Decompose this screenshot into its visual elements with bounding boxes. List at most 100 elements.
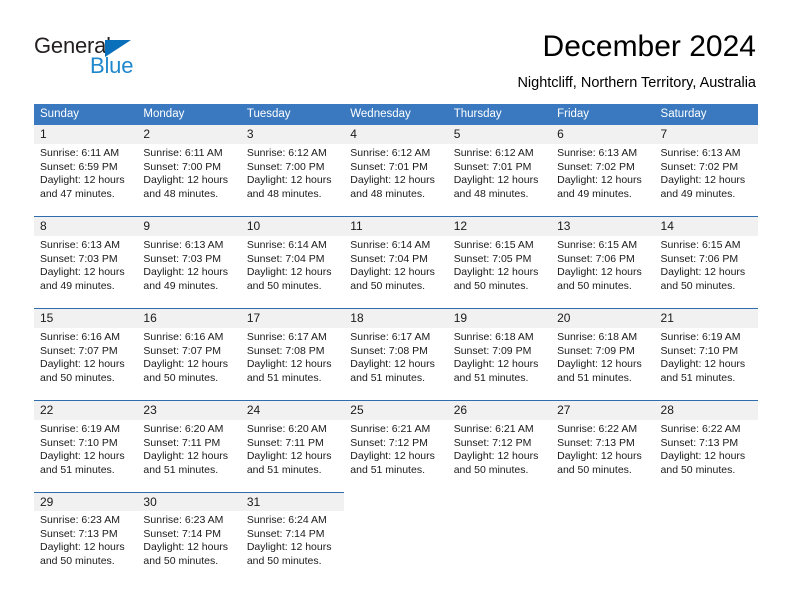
day-cell[interactable]: Sunrise: 6:15 AM Sunset: 7:05 PM Dayligh… [447, 236, 552, 308]
day-number[interactable]: 4 [344, 125, 448, 144]
day-cell[interactable]: Sunrise: 6:21 AM Sunset: 7:12 PM Dayligh… [447, 420, 552, 492]
day-number[interactable]: 16 [137, 309, 241, 328]
daylight-text-line1: Daylight: 12 hours [557, 266, 642, 278]
sunrise-text: Sunrise: 6:14 AM [350, 239, 431, 251]
weekday-header-tuesday: Tuesday [246, 108, 291, 120]
daylight-text-line2: and 48 minutes. [143, 187, 219, 200]
day-cell[interactable]: Sunrise: 6:13 AM Sunset: 7:03 PM Dayligh… [137, 236, 241, 308]
day-number[interactable]: 7 [654, 125, 758, 144]
day-cell[interactable]: Sunrise: 6:15 AM Sunset: 7:06 PM Dayligh… [551, 236, 655, 308]
day-cell[interactable]: Sunrise: 6:18 AM Sunset: 7:09 PM Dayligh… [551, 328, 655, 400]
day-number[interactable]: 19 [447, 309, 552, 328]
daylight-text-line2: and 51 minutes. [660, 371, 736, 384]
day-number[interactable]: 25 [344, 401, 448, 420]
daylight-text-line1: Daylight: 12 hours [660, 174, 746, 186]
day-cell[interactable]: Sunrise: 6:20 AM Sunset: 7:11 PM Dayligh… [240, 420, 345, 492]
day-cell[interactable]: Sunrise: 6:16 AM Sunset: 7:07 PM Dayligh… [34, 328, 138, 400]
day-number[interactable]: 15 [34, 309, 138, 328]
day-number[interactable]: 2 [137, 125, 241, 144]
day-cell[interactable]: Sunrise: 6:23 AM Sunset: 7:14 PM Dayligh… [137, 511, 241, 583]
weekday-header-sunday: Sunday [40, 108, 80, 120]
sunrise-text: Sunrise: 6:21 AM [453, 423, 534, 435]
day-number[interactable]: 27 [551, 401, 655, 420]
day-cell[interactable]: Sunrise: 6:14 AM Sunset: 7:04 PM Dayligh… [344, 236, 448, 308]
day-number[interactable]: 13 [551, 217, 655, 236]
daylight-text-line2: and 48 minutes. [246, 187, 322, 200]
day-cell[interactable]: Sunrise: 6:11 AM Sunset: 7:00 PM Dayligh… [137, 144, 241, 216]
day-number[interactable]: 23 [137, 401, 241, 420]
day-number[interactable]: 17 [240, 309, 345, 328]
day-cell[interactable]: Sunrise: 6:24 AM Sunset: 7:14 PM Dayligh… [240, 511, 345, 583]
day-cell[interactable]: Sunrise: 6:19 AM Sunset: 7:10 PM Dayligh… [654, 328, 758, 400]
day-number[interactable]: 31 [240, 492, 345, 511]
sunrise-text: Sunrise: 6:15 AM [557, 239, 638, 251]
day-number[interactable]: 3 [240, 125, 345, 144]
day-cell[interactable]: Sunrise: 6:17 AM Sunset: 7:08 PM Dayligh… [240, 328, 345, 400]
sunset-text: Sunset: 7:04 PM [350, 252, 428, 265]
day-cell[interactable]: Sunrise: 6:13 AM Sunset: 7:02 PM Dayligh… [654, 144, 758, 216]
sunset-text: Sunset: 7:01 PM [350, 160, 428, 173]
daylight-text-line2: and 49 minutes. [40, 279, 115, 292]
day-number[interactable]: 10 [240, 217, 345, 236]
day-cell[interactable]: Sunrise: 6:22 AM Sunset: 7:13 PM Dayligh… [551, 420, 655, 492]
day-cell[interactable]: Sunrise: 6:19 AM Sunset: 7:10 PM Dayligh… [34, 420, 138, 492]
week-day-number-band: 29 30 31 [34, 492, 758, 511]
day-number[interactable]: 6 [551, 125, 655, 144]
daylight-text-line2: and 51 minutes. [350, 463, 425, 476]
daylight-text-line1: Daylight: 12 hours [557, 450, 642, 462]
daylight-text-line1: Daylight: 12 hours [350, 174, 435, 186]
day-cell[interactable]: Sunrise: 6:15 AM Sunset: 7:06 PM Dayligh… [654, 236, 758, 308]
day-number[interactable]: 12 [447, 217, 552, 236]
daylight-text-line1: Daylight: 12 hours [246, 266, 332, 278]
daylight-text-line1: Daylight: 12 hours [143, 541, 229, 553]
daylight-text-line1: Daylight: 12 hours [660, 358, 746, 370]
day-cell[interactable]: Sunrise: 6:21 AM Sunset: 7:12 PM Dayligh… [344, 420, 448, 492]
day-cell[interactable]: Sunrise: 6:12 AM Sunset: 7:01 PM Dayligh… [344, 144, 448, 216]
day-number[interactable]: 30 [137, 492, 241, 511]
sunrise-text: Sunrise: 6:11 AM [40, 147, 120, 159]
general-blue-logo[interactable]: General Blue [34, 33, 224, 85]
day-number[interactable]: 18 [344, 309, 448, 328]
daylight-text-line1: Daylight: 12 hours [143, 358, 229, 370]
day-cell[interactable]: Sunrise: 6:17 AM Sunset: 7:08 PM Dayligh… [344, 328, 448, 400]
day-number[interactable]: 24 [240, 401, 345, 420]
day-number[interactable]: 26 [447, 401, 552, 420]
daylight-text-line1: Daylight: 12 hours [40, 450, 125, 462]
day-cell[interactable]: Sunrise: 6:22 AM Sunset: 7:13 PM Dayligh… [654, 420, 758, 492]
week-detail-band: Sunrise: 6:13 AM Sunset: 7:03 PM Dayligh… [34, 236, 758, 308]
week-day-number-band: 1 2 3 4 5 6 7 [34, 125, 758, 144]
daylight-text-line1: Daylight: 12 hours [350, 266, 435, 278]
day-number[interactable]: 28 [654, 401, 758, 420]
day-number[interactable]: 11 [344, 217, 448, 236]
day-cell[interactable]: Sunrise: 6:20 AM Sunset: 7:11 PM Dayligh… [137, 420, 241, 492]
day-number[interactable]: 8 [34, 217, 138, 236]
daylight-text-line1: Daylight: 12 hours [557, 358, 642, 370]
day-number[interactable]: 9 [137, 217, 241, 236]
day-number[interactable]: 14 [654, 217, 758, 236]
day-number[interactable]: 1 [34, 125, 138, 144]
day-number-empty [344, 492, 447, 511]
day-cell[interactable]: Sunrise: 6:11 AM Sunset: 6:59 PM Dayligh… [34, 144, 138, 216]
daylight-text-line2: and 50 minutes. [143, 554, 219, 567]
day-cell[interactable]: Sunrise: 6:14 AM Sunset: 7:04 PM Dayligh… [240, 236, 345, 308]
daylight-text-line2: and 51 minutes. [453, 371, 529, 384]
sunset-text: Sunset: 7:00 PM [246, 160, 325, 173]
daylight-text-line2: and 50 minutes. [246, 554, 322, 567]
day-cell[interactable]: Sunrise: 6:23 AM Sunset: 7:13 PM Dayligh… [34, 511, 138, 583]
weekday-header-wednesday: Wednesday [350, 108, 411, 120]
sunset-text: Sunset: 7:06 PM [557, 252, 635, 265]
day-cell[interactable]: Sunrise: 6:12 AM Sunset: 7:00 PM Dayligh… [240, 144, 345, 216]
daylight-text-line1: Daylight: 12 hours [246, 450, 332, 462]
day-cell[interactable]: Sunrise: 6:13 AM Sunset: 7:03 PM Dayligh… [34, 236, 138, 308]
day-cell[interactable]: Sunrise: 6:16 AM Sunset: 7:07 PM Dayligh… [137, 328, 241, 400]
day-number[interactable]: 5 [447, 125, 552, 144]
sunrise-text: Sunrise: 6:23 AM [40, 514, 120, 526]
day-number[interactable]: 20 [551, 309, 655, 328]
day-number[interactable]: 22 [34, 401, 138, 420]
page-header: General Blue December 2024 Nightcliff, N… [0, 0, 792, 100]
day-number[interactable]: 21 [654, 309, 758, 328]
day-cell[interactable]: Sunrise: 6:13 AM Sunset: 7:02 PM Dayligh… [551, 144, 655, 216]
day-number[interactable]: 29 [34, 492, 138, 511]
day-cell[interactable]: Sunrise: 6:12 AM Sunset: 7:01 PM Dayligh… [447, 144, 552, 216]
day-cell[interactable]: Sunrise: 6:18 AM Sunset: 7:09 PM Dayligh… [447, 328, 552, 400]
